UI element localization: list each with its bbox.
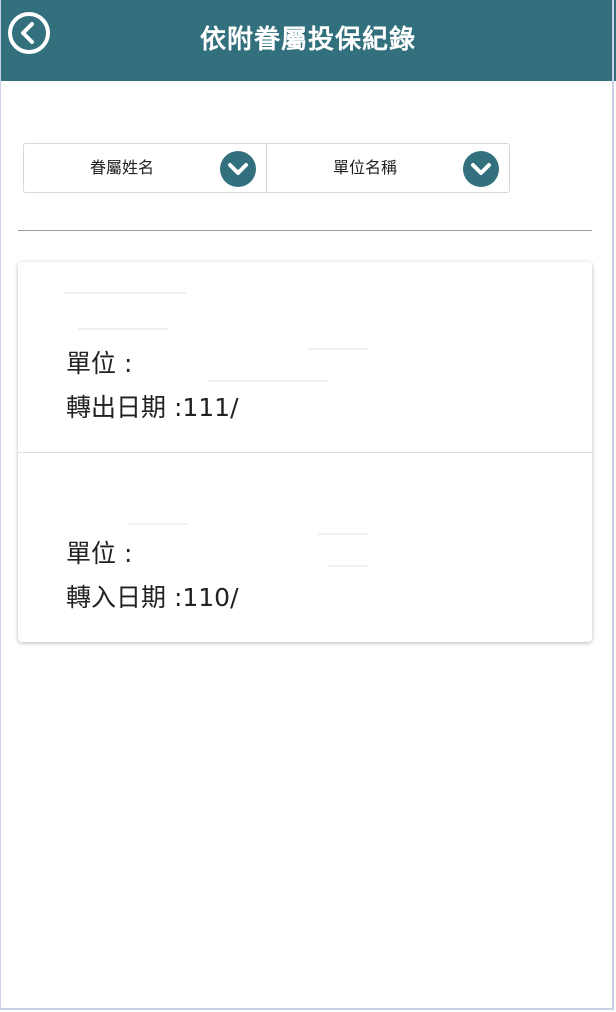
redacted-text-line: [308, 348, 368, 350]
unit-name-dropdown[interactable]: 單位名稱: [266, 144, 509, 192]
redacted-text-line: [128, 523, 188, 525]
redacted-text-line: [328, 565, 368, 567]
page-title: 依附眷屬投保紀錄: [199, 25, 416, 55]
record-date-label: 轉入日期 :110/: [66, 583, 239, 612]
records-card: 單位 : 轉出日期 :111/ 單位 : 轉入日期 :110/: [18, 262, 592, 642]
redacted-text-line: [208, 380, 328, 382]
record-date-label: 轉出日期 :111/: [66, 393, 239, 422]
unit-name-dropdown-label: 單位名稱: [332, 158, 397, 177]
filter-bar: 眷屬姓名 單位名稱: [23, 143, 510, 193]
record-unit-label: 單位 :: [66, 539, 133, 568]
record-item[interactable]: 單位 : 轉入日期 :110/: [18, 452, 592, 643]
record-item[interactable]: 單位 : 轉出日期 :111/: [18, 262, 592, 452]
dependent-name-dropdown[interactable]: 眷屬姓名: [24, 144, 266, 192]
chevron-down-icon: [220, 151, 256, 187]
section-divider: [18, 230, 592, 231]
redacted-text-line: [64, 292, 186, 294]
dependent-name-dropdown-label: 眷屬姓名: [89, 158, 154, 177]
record-unit-label: 單位 :: [66, 349, 133, 378]
redacted-text-line: [318, 533, 368, 535]
redacted-text-line: [78, 328, 168, 330]
app-header: 依附眷屬投保紀錄: [0, 0, 616, 81]
chevron-down-icon: [463, 151, 499, 187]
